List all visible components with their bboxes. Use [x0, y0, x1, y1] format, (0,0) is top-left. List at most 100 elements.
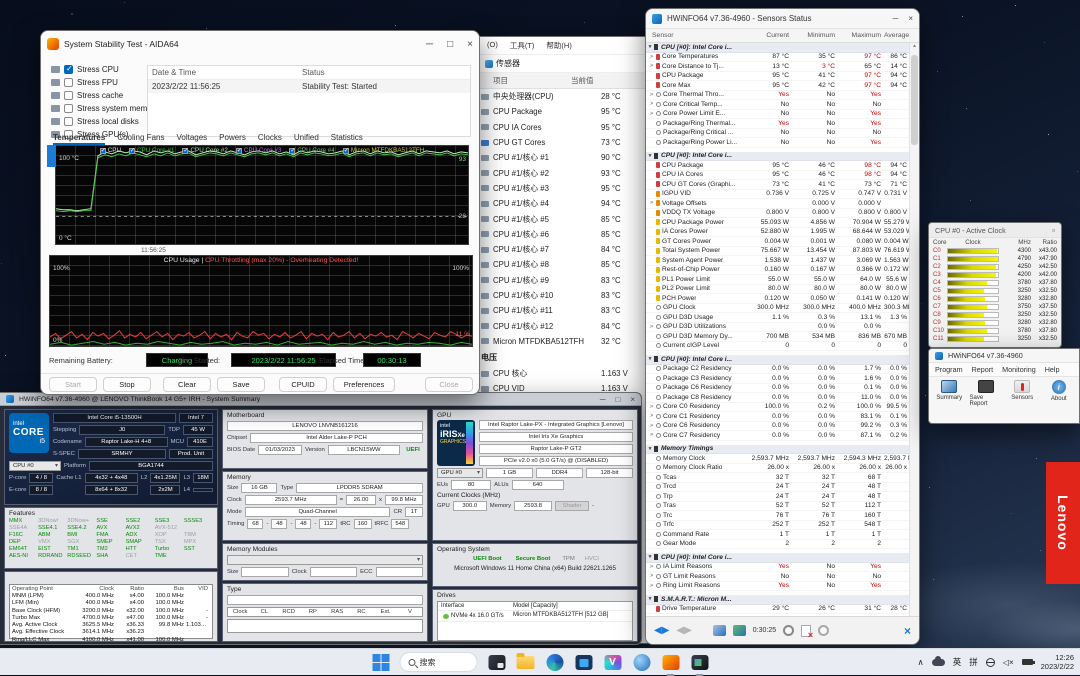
ime-english[interactable]: 英 — [953, 656, 962, 668]
tool-about[interactable]: iAbout — [1043, 380, 1076, 407]
sensor-item[interactable]: CPU #1/核心 #1284 °C — [463, 318, 655, 333]
sensor-row[interactable]: GT Cores Power0.004 W0.001 W0.080 W0.004… — [646, 237, 909, 247]
cpu-select[interactable]: CPU #0 — [9, 461, 61, 471]
memory-module-select[interactable] — [227, 555, 423, 565]
logging-stop-icon[interactable] — [801, 625, 811, 637]
search-box[interactable]: 搜索 — [400, 652, 478, 672]
battery-icon[interactable] — [1022, 659, 1033, 665]
close-sensors-icon[interactable]: × — [904, 624, 911, 638]
sensor-row[interactable]: >GPU D3D Utilizations0.0 %0.0 % — [646, 323, 909, 333]
sensor-item[interactable]: CPU #1/核心 #190 °C — [463, 150, 655, 165]
sensor-item[interactable]: CPU #1/核心 #494 °C — [463, 196, 655, 211]
sensor-group-header[interactable]: ▾S.M.A.R.T.: Micron M... — [646, 595, 909, 605]
sensor-row[interactable]: >Ring Limit ReasonsYesNoYes — [646, 582, 909, 592]
active-clock-window[interactable]: CPU #0 - Active Clock ▫ CoreClock MHzRat… — [928, 222, 1062, 348]
sensor-row[interactable]: >IA Limit ReasonsYesNoYes — [646, 563, 909, 573]
sensor-row[interactable]: Package/Ring Thermal...YesNoYes — [646, 119, 909, 129]
sensor-row[interactable]: PCH Power0.120 W0.050 W0.141 W0.120 W — [646, 294, 909, 304]
checkbox[interactable] — [64, 91, 73, 100]
sensor-row[interactable]: GPU Clock300.0 MHz300.0 MHz400.0 MHz300.… — [646, 304, 909, 314]
taskbar-app-v[interactable]: V — [603, 652, 623, 672]
legend-item[interactable]: CPU — [100, 147, 121, 154]
sensor-item[interactable]: CPU #1/核心 #585 °C — [463, 211, 655, 226]
sensor-row[interactable]: Package C6 Residency0.0 %0.0 %0.1 %0.0 % — [646, 384, 909, 394]
sensor-row[interactable]: >Core Temperatures87 °C35 °C97 °C86 °C — [646, 53, 909, 63]
window-controls[interactable]: ─□× — [426, 39, 473, 50]
checkbox[interactable] — [64, 104, 73, 113]
legend-item[interactable]: Micron MTFDKBA512TFH — [343, 147, 424, 154]
sensor-row[interactable]: Trp24 T24 T48 T — [646, 492, 909, 502]
graph-tab-powers[interactable]: Powers — [219, 133, 246, 145]
sensor-item[interactable]: CPU 核心1.163 V — [463, 366, 655, 381]
sensor-item[interactable]: CPU #1/核心 #784 °C — [463, 242, 655, 257]
sensor-row[interactable]: Memory Clock2,593.7 MHz2,593.7 MHz2,594.… — [646, 454, 909, 464]
start-button[interactable] — [371, 652, 391, 672]
tool-sensors[interactable]: Sensors — [1006, 380, 1039, 407]
settings-gear-icon[interactable] — [818, 625, 829, 636]
active-clock-titlebar[interactable]: CPU #0 - Active Clock ▫ — [929, 223, 1061, 238]
stability-titlebar[interactable]: System Stability Test - AIDA64 ─□× — [41, 31, 479, 57]
clear-button[interactable]: Clear — [163, 377, 211, 392]
sensor-row[interactable]: Total System Power75.667 W13.454 W87.803… — [646, 247, 909, 257]
collapse-icon[interactable]: ▾ — [646, 356, 654, 362]
collapse-icon[interactable]: ▾ — [646, 44, 654, 50]
drive-row[interactable]: NVMe 4x 16.0 GT/sMicron MTFDKBA512TFH [5… — [438, 611, 632, 622]
sensor-row[interactable]: Current cIGP Level0000 — [646, 342, 909, 352]
taskbar-aida64[interactable] — [661, 652, 681, 672]
clock-icon[interactable] — [783, 625, 794, 636]
collapse-icon[interactable]: ▾ — [646, 446, 654, 452]
sensor-row[interactable]: >Core Power Limit E...NoNoYes — [646, 110, 909, 120]
menu-item[interactable]: (O) — [487, 40, 498, 51]
legend-item[interactable]: CPU Core #1 — [129, 147, 174, 154]
collapse-icon[interactable]: ▾ — [646, 554, 654, 560]
cloud-icon[interactable] — [932, 659, 945, 666]
sensor-row[interactable]: Command Rate1 T1 T1 T — [646, 530, 909, 540]
taskbar-app-widgets[interactable] — [487, 652, 507, 672]
tray-chevron-icon[interactable]: ∧ — [918, 657, 924, 668]
checkbox[interactable] — [64, 117, 73, 126]
hwinfo-main-window[interactable]: HWiNFO64 v7.36-4960 ProgramReportMonitor… — [928, 348, 1080, 424]
sensor-row[interactable]: Package/Ring Power Li...NoNoYes — [646, 138, 909, 148]
collapse-icon[interactable]: ▾ — [646, 596, 654, 602]
sensor-item[interactable]: CPU #1/核心 #1183 °C — [463, 303, 655, 318]
sensor-item[interactable]: CPU #1/核心 #1083 °C — [463, 288, 655, 303]
graph-tab-voltages[interactable]: Voltages — [176, 133, 207, 145]
preferences-button[interactable]: Preferences — [333, 377, 395, 392]
column-minimum[interactable]: Minimum — [792, 32, 838, 39]
legend-checkbox[interactable] — [343, 148, 349, 154]
sensor-row[interactable]: Package/Ring Critical ...NoNoNo — [646, 129, 909, 139]
sensor-row[interactable]: >Core Thermal Thro...YesNoYes — [646, 91, 909, 101]
window-controls[interactable]: ─× — [893, 14, 913, 23]
legend-checkbox[interactable] — [289, 148, 295, 154]
menu-report[interactable]: Report — [972, 365, 994, 374]
log-row[interactable]: 2023/2/22 11:56:25Stability Test: Starte… — [148, 80, 470, 93]
legend-checkbox[interactable] — [100, 148, 106, 154]
legend-item[interactable]: CPU Core #3 — [236, 147, 281, 154]
sensor-row[interactable]: GPU D3D Usage1.1 %0.3 %13.1 %1.3 % — [646, 313, 909, 323]
sensor-row[interactable]: >Core C7 Residency0.0 %0.0 %87.1 %0.2 % — [646, 431, 909, 441]
legend-checkbox[interactable] — [182, 148, 188, 154]
column-average[interactable]: Average — [884, 32, 910, 39]
taskbar-store[interactable] — [574, 652, 594, 672]
menu-help[interactable]: Help — [1045, 365, 1060, 374]
sensor-row[interactable]: Tras52 T52 T112 T — [646, 502, 909, 512]
cpuid-button[interactable]: CPUID — [279, 377, 327, 392]
stop-button[interactable]: Stop — [103, 377, 151, 392]
sensor-row[interactable]: IGPU VID0.736 V0.725 V0.747 V0.731 V — [646, 190, 909, 200]
sensor-row[interactable]: Gear Mode222 — [646, 540, 909, 550]
network-icon[interactable] — [986, 658, 995, 667]
sensors-scrollbar[interactable]: ▲ — [909, 43, 919, 616]
sensor-row[interactable]: >Core Distance to Tj...13 °C3 °C65 °C14 … — [646, 62, 909, 72]
legend-item[interactable]: CPU Core #2 — [182, 147, 227, 154]
sensor-item[interactable]: CPU #1/核心 #885 °C — [463, 257, 655, 272]
taskbar[interactable]: 搜索 V ∧ 英 拼 ◁× 12:26 2023/2/22 — [0, 648, 1080, 675]
sensor-row[interactable]: Trc76 T76 T160 T — [646, 511, 909, 521]
legend-checkbox[interactable] — [236, 148, 242, 154]
history-back-icon[interactable]: ◀▶ — [654, 626, 669, 636]
graph-tab-clocks[interactable]: Clocks — [258, 133, 282, 145]
column-sensor[interactable]: Sensor — [646, 32, 748, 39]
aida64-menubar[interactable]: (O)工具(T)帮助(H) — [463, 37, 655, 55]
graph-tabs[interactable]: TemperaturesCooling FansVoltagesPowersCl… — [53, 133, 363, 145]
remote-sensors-icon[interactable] — [733, 625, 746, 636]
sensor-item[interactable]: CPU GT Cores73 °C — [463, 135, 655, 150]
